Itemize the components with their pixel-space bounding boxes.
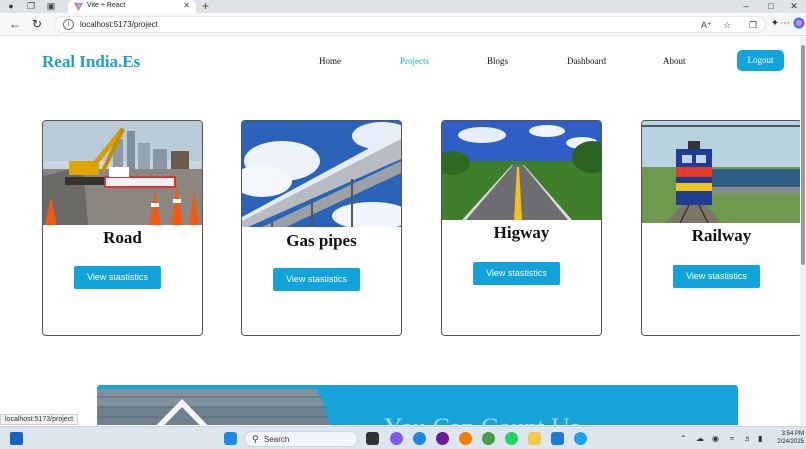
new-tab-icon[interactable]: +	[202, 0, 209, 13]
project-card-road: Road View stastistics	[42, 120, 203, 336]
nav-home[interactable]: Home	[319, 56, 341, 66]
window-close-icon[interactable]: ✕	[782, 0, 806, 13]
project-card-highway: Higway View stastistics	[441, 120, 602, 336]
tab-title: Vite + React	[87, 2, 126, 9]
nav-blogs[interactable]: Blogs	[487, 56, 508, 66]
card-title: Railway	[691, 226, 752, 245]
nav-about[interactable]: About	[663, 56, 686, 66]
view-statistics-button[interactable]: View stastistics	[74, 266, 161, 289]
clock-date: 2/24/2025	[777, 439, 804, 445]
browser-tab-active[interactable]: Vite + React ✕	[68, 0, 196, 13]
onedrive-icon[interactable]: ☁	[696, 433, 704, 444]
battery-icon[interactable]: ▮	[758, 433, 762, 444]
network-icon[interactable]: ◉	[712, 433, 719, 444]
view-statistics-button[interactable]: View stastistics	[473, 262, 560, 285]
vscode-icon[interactable]	[551, 432, 564, 445]
page-viewport: Real India.Es Home Projects Blogs Dashbo…	[0, 37, 800, 425]
card-title: Road	[103, 228, 142, 247]
app-icon[interactable]	[459, 432, 472, 445]
read-aloud-icon[interactable]: A⁺	[701, 19, 712, 31]
project-card-gas-pipes: Gas pipes View stastistics	[241, 120, 402, 336]
volume-icon[interactable]: ♬	[744, 433, 752, 444]
back-arrow-icon[interactable]: ←	[8, 17, 22, 31]
copilot-icon[interactable]	[792, 17, 806, 31]
close-tab-icon[interactable]: ✕	[183, 1, 190, 11]
hero-banner: You Can Count Us	[97, 385, 738, 425]
widgets-icon[interactable]	[10, 432, 23, 445]
favorite-star-icon[interactable]: ☆	[723, 19, 731, 31]
project-card-railway: Railway View stastistics	[641, 120, 800, 336]
logout-button[interactable]: Logout	[737, 50, 784, 71]
scrollbar-thumb[interactable]	[801, 45, 805, 265]
edge-active-icon[interactable]	[574, 432, 587, 445]
house-roof-image	[97, 389, 330, 425]
extensions-icon[interactable]: ❒	[749, 19, 757, 31]
task-view-icon[interactable]	[366, 432, 379, 445]
site-header: Real India.Es Home Projects Blogs Dashbo…	[0, 37, 800, 87]
view-statistics-button[interactable]: View stastistics	[273, 268, 360, 291]
settings-more-icon[interactable]: ⋯	[778, 17, 792, 31]
address-bar-row: ← ↻ i localhost:5173/project A⁺ ☆ ❒ ✦ ⋯	[0, 13, 806, 36]
page-scrollbar[interactable]	[800, 37, 806, 425]
clock-time: 3:54 PM	[781, 431, 804, 437]
gas-pipeline-photo	[242, 121, 401, 227]
edge-icon[interactable]	[413, 432, 426, 445]
vite-icon	[74, 2, 83, 11]
site-logo[interactable]: Real India.Es	[42, 52, 140, 72]
copilot-taskbar-icon[interactable]	[390, 432, 403, 445]
view-statistics-button[interactable]: View stastistics	[673, 265, 760, 288]
refresh-icon[interactable]: ↻	[30, 17, 44, 31]
minimize-icon[interactable]: –	[734, 0, 758, 13]
road-construction-photo	[43, 121, 202, 225]
nav-dashboard[interactable]: Dashboard	[567, 56, 606, 66]
start-icon[interactable]	[224, 432, 237, 445]
tab-actions-icon[interactable]: ▣	[46, 1, 56, 11]
url-input[interactable]: i localhost:5173/project A⁺ ☆ ❒	[54, 16, 766, 33]
wifi-icon[interactable]: ≈	[730, 433, 734, 444]
taskbar-search[interactable]: ⚲ Search	[244, 431, 358, 447]
search-icon: ⚲	[252, 434, 259, 444]
system-clock[interactable]: 3:54 PM 2/24/2025	[776, 430, 804, 446]
workspaces-icon[interactable]: ❐	[26, 1, 36, 11]
highway-photo	[442, 121, 601, 220]
card-title: Gas pipes	[286, 231, 357, 250]
status-url: localhost:5173/project	[0, 414, 79, 425]
search-label: Search	[264, 435, 290, 444]
url-text: localhost:5173/project	[80, 20, 158, 29]
card-title: Higway	[493, 223, 550, 242]
train-photo	[642, 121, 800, 223]
chrome-icon[interactable]	[482, 432, 495, 445]
show-hidden-icons[interactable]: ⌃	[680, 433, 687, 444]
maximize-icon[interactable]: □	[759, 0, 783, 13]
file-explorer-icon[interactable]	[528, 432, 541, 445]
browser-tab-bar: ● ❐ ▣ Vite + React ✕ + – □ ✕	[0, 0, 806, 13]
nav-projects[interactable]: Projects	[400, 56, 429, 66]
site-info-icon[interactable]: i	[63, 19, 74, 30]
app-icon[interactable]	[436, 432, 449, 445]
profile-icon[interactable]: ●	[6, 1, 16, 11]
whatsapp-icon[interactable]	[505, 432, 518, 445]
windows-taskbar: ⚲ Search ⌃ ☁ ◉ ≈ ♬ ▮ 3:54 PM 2/24/2025	[0, 426, 806, 449]
banner-headline: You Can Count Us	[384, 413, 580, 425]
